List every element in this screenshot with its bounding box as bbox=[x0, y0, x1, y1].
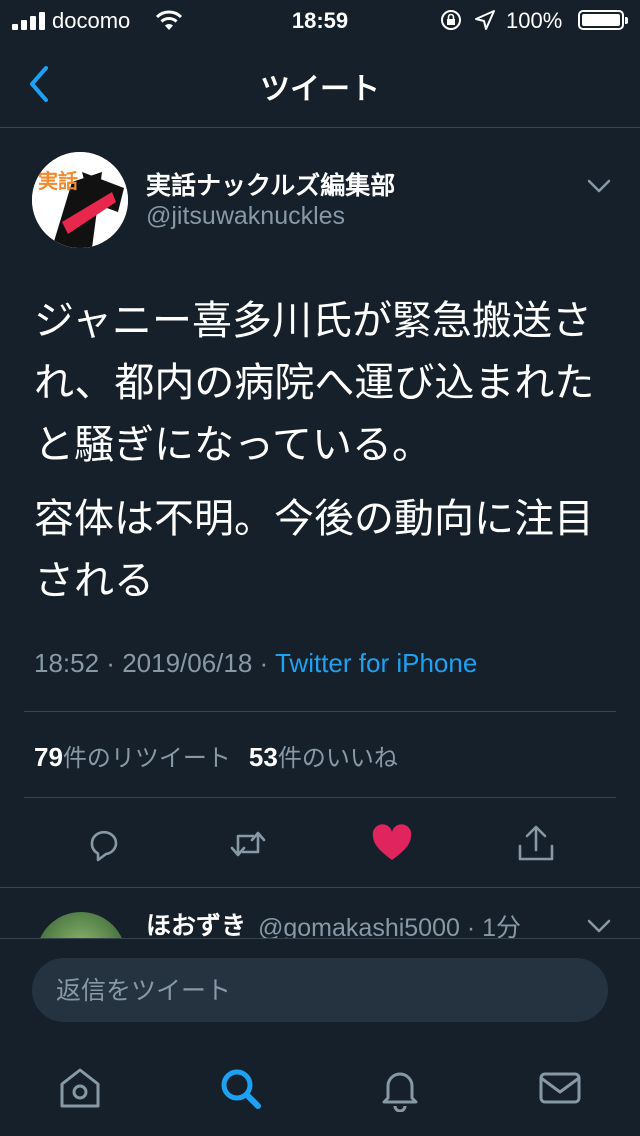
like-count: 53 bbox=[248, 742, 278, 772]
reply-avatar[interactable] bbox=[36, 912, 126, 938]
avatar-logo-text: 実話 bbox=[38, 169, 78, 193]
reply-icon[interactable] bbox=[84, 824, 124, 864]
tweet-meta: 18:52 · 2019/06/18 · Twitter for iPhone bbox=[34, 648, 477, 679]
chevron-down-icon[interactable] bbox=[586, 916, 612, 936]
like-stat[interactable]: 53件のいいね bbox=[248, 742, 398, 772]
reply-author-handle: @gomakashi5000 · 1分 bbox=[258, 914, 522, 938]
status-bar: docomo 18:59 100% bbox=[0, 0, 640, 40]
notifications-icon[interactable] bbox=[376, 1064, 424, 1112]
author-handle[interactable]: @jitsuwaknuckles bbox=[146, 202, 345, 231]
retweet-icon[interactable] bbox=[228, 824, 268, 864]
search-icon[interactable] bbox=[216, 1064, 264, 1112]
tweet-stats: 79件のリツイート 53件のいいね bbox=[34, 738, 398, 773]
author-avatar[interactable]: 実話 bbox=[32, 152, 128, 248]
tweet-time: 18:52 bbox=[34, 648, 100, 678]
retweet-stat[interactable]: 79件のリツイート bbox=[34, 742, 231, 772]
meta-separator: · bbox=[99, 648, 123, 678]
battery-percent: 100% bbox=[506, 8, 563, 33]
reply-author-name[interactable]: ほおずき bbox=[146, 906, 246, 938]
nav-header: ツイート bbox=[0, 40, 640, 128]
divider bbox=[24, 711, 616, 712]
reply-preview[interactable]: ほおずき @gomakashi5000 · 1分 bbox=[0, 888, 640, 938]
tweet-paragraph: 容体は不明。今後の動向に注目される bbox=[34, 496, 594, 604]
reply-compose[interactable] bbox=[32, 958, 608, 1022]
divider bbox=[24, 797, 616, 798]
heart-icon[interactable] bbox=[372, 824, 412, 864]
messages-icon[interactable] bbox=[536, 1064, 584, 1112]
location-icon bbox=[475, 10, 495, 30]
reply-input[interactable] bbox=[56, 958, 576, 1022]
orientation-lock-icon bbox=[441, 10, 461, 30]
tweet-paragraph: ジャニー喜多川氏が緊急搬送され、都内の病院へ運び込まれたと騒ぎになっている。 bbox=[34, 298, 595, 468]
tweet-date: 2019/06/18 bbox=[122, 648, 253, 678]
retweet-count: 79 bbox=[34, 742, 63, 772]
page-title: ツイート bbox=[260, 72, 380, 107]
like-label: 件のいいね bbox=[277, 744, 398, 772]
avatar-logo: 実話 bbox=[32, 152, 128, 248]
battery-icon bbox=[578, 10, 628, 30]
author-name[interactable]: 実話ナックルズ編集部 bbox=[146, 166, 395, 202]
meta-separator: · bbox=[252, 648, 275, 678]
divider bbox=[0, 938, 640, 939]
tweet-source-link[interactable]: Twitter for iPhone bbox=[275, 648, 477, 678]
share-icon[interactable] bbox=[516, 824, 556, 864]
tweet-text: ジャニー喜多川氏が緊急搬送され、都内の病院へ運び込まれたと騒ぎになっている。 容… bbox=[34, 290, 614, 624]
chevron-down-icon[interactable] bbox=[586, 176, 612, 196]
retweet-label: 件のリツイート bbox=[62, 744, 231, 772]
home-icon[interactable] bbox=[56, 1064, 104, 1112]
